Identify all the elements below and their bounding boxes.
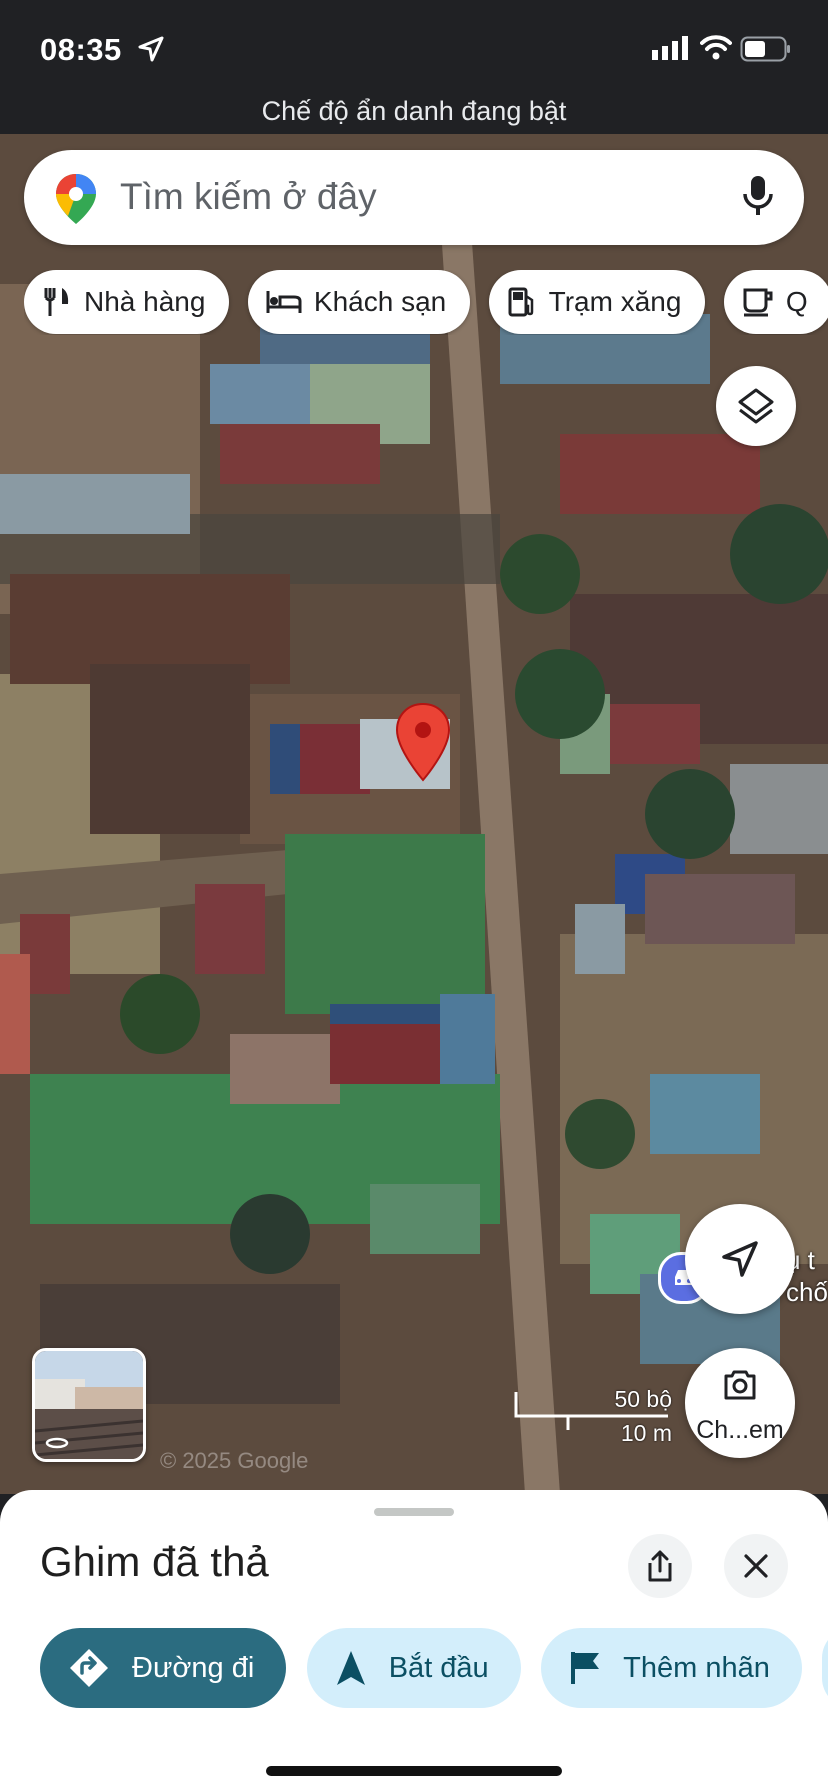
- restaurant-icon: [44, 288, 69, 316]
- start-navigation-button[interactable]: Bắt đầu: [306, 1628, 521, 1708]
- category-chips: Nhà hàng Khách sạn Trạm xăng Q: [24, 270, 828, 335]
- close-icon: [744, 1554, 768, 1578]
- location-arrow-icon: [138, 36, 164, 62]
- cellular-signal-icon: [652, 36, 688, 60]
- hotel-icon: [266, 291, 302, 313]
- chip-gas-stations[interactable]: Trạm xăng: [488, 270, 706, 334]
- share-icon: [648, 1550, 672, 1582]
- scale-label-metric: 10 m: [620, 1420, 672, 1446]
- lens-camera-button[interactable]: Ch...em: [685, 1348, 795, 1458]
- map-layers-button[interactable]: [716, 366, 796, 446]
- chip-hotels[interactable]: Khách sạn: [247, 270, 471, 334]
- place-bottom-sheet: Ghim đã thả Đường đi Bắt đầu Thêm nhãn: [0, 1490, 828, 1792]
- chip-restaurants[interactable]: Nhà hàng: [24, 270, 230, 334]
- scale-label-imperial: 50 bộ: [614, 1386, 672, 1412]
- close-button[interactable]: [724, 1534, 788, 1598]
- camera-search-icon: [724, 1370, 756, 1400]
- google-maps-logo-icon: [56, 174, 96, 224]
- action-label: Thêm nhãn: [623, 1651, 770, 1684]
- action-label: Bắt đầu: [388, 1651, 489, 1684]
- more-actions-button[interactable]: [822, 1628, 828, 1708]
- my-location-button[interactable]: [685, 1204, 795, 1314]
- navigation-arrow-icon: [722, 1241, 758, 1277]
- chip-label: Khách sạn: [313, 286, 447, 317]
- chip-coffee[interactable]: Q: [723, 270, 828, 334]
- layers-icon: [738, 388, 774, 424]
- incognito-banner: Chế độ ẩn danh đang bật: [261, 96, 567, 126]
- add-label-button[interactable]: Thêm nhãn: [541, 1628, 802, 1708]
- directions-icon: [70, 1649, 108, 1687]
- sheet-title: Ghim đã thả: [40, 1538, 269, 1585]
- action-label: Đường đi: [132, 1651, 255, 1684]
- gas-station-icon: [508, 287, 533, 317]
- status-bar: 08:35 Chế độ ẩn danh đang bật: [0, 0, 828, 134]
- flag-icon: [571, 1652, 600, 1684]
- microphone-icon[interactable]: [742, 174, 774, 218]
- share-button[interactable]: [628, 1534, 692, 1598]
- home-indicator: [266, 1766, 562, 1776]
- wifi-icon: [700, 35, 732, 60]
- status-time: 08:35: [40, 32, 122, 67]
- map-scale: 50 bộ 10 m: [512, 1386, 672, 1446]
- navigation-icon: [336, 1651, 365, 1685]
- sheet-drag-handle[interactable]: [374, 1508, 454, 1516]
- directions-button[interactable]: Đường đi: [40, 1628, 287, 1708]
- chip-label: Q: [785, 286, 808, 317]
- battery-icon: [740, 36, 790, 62]
- street-view-preview: [35, 1351, 143, 1459]
- street-view-thumbnail[interactable]: [32, 1348, 146, 1462]
- lens-label: Ch...em: [696, 1416, 784, 1444]
- search-input[interactable]: Tìm kiếm ở đây: [120, 176, 377, 218]
- chip-label: Nhà hàng: [84, 286, 206, 317]
- chip-label: Trạm xăng: [548, 286, 682, 317]
- map-copyright: © 2025 Google: [160, 1448, 309, 1473]
- coffee-icon: [743, 288, 773, 317]
- dropped-pin-marker[interactable]: [394, 702, 452, 782]
- action-buttons-row: Đường đi Bắt đầu Thêm nhãn: [40, 1628, 828, 1710]
- search-bar[interactable]: Tìm kiếm ở đây: [24, 150, 804, 245]
- place-label-line2: chố: [786, 1277, 828, 1307]
